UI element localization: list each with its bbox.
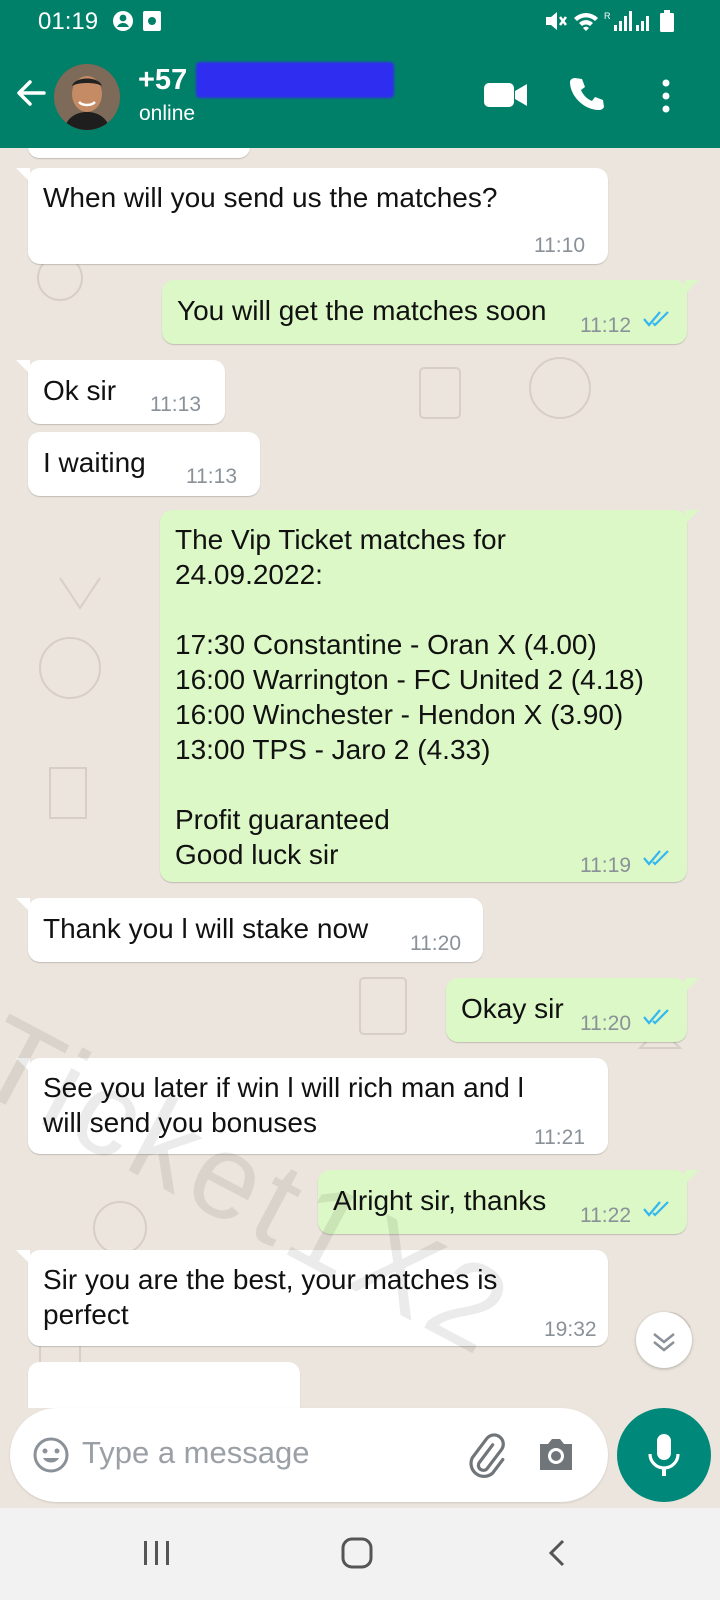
redaction-mark bbox=[196, 62, 394, 98]
home-icon[interactable] bbox=[340, 1536, 374, 1570]
read-receipt-icon bbox=[643, 1201, 669, 1217]
signal-icon-1: R bbox=[604, 11, 632, 31]
attachment-icon[interactable] bbox=[464, 1432, 506, 1478]
double-chevron-down-icon bbox=[653, 1333, 675, 1352]
message-bubble-partial[interactable] bbox=[28, 1362, 300, 1408]
svg-text:R: R bbox=[604, 11, 611, 21]
status-bar: 01:19 R bbox=[0, 0, 720, 44]
message-text: Thank you l will stake now bbox=[43, 913, 369, 944]
message-bubble-partial[interactable] bbox=[28, 148, 250, 158]
message-text: I waiting bbox=[43, 447, 146, 478]
message-time: 11:20 bbox=[410, 932, 461, 955]
message-text: When will you send us the matches? bbox=[43, 182, 498, 213]
message-time: 11:10 bbox=[534, 234, 585, 257]
message-outgoing-tip[interactable]: The Vip Ticket matches for 24.09.2022: 1… bbox=[160, 510, 699, 882]
message-time: 11:21 bbox=[534, 1126, 585, 1149]
message-time: 11:13 bbox=[150, 393, 201, 416]
message-time: 11:12 bbox=[580, 314, 631, 337]
message-time: 11:20 bbox=[580, 1012, 631, 1035]
message-text: Sir you are the best, your matches is pe… bbox=[43, 1264, 498, 1330]
scroll-to-bottom-button[interactable] bbox=[636, 1312, 692, 1368]
microphone-icon bbox=[648, 1434, 680, 1476]
message-time: 11:22 bbox=[580, 1204, 631, 1227]
wifi-icon bbox=[574, 13, 598, 31]
contact-name[interactable]: +57 bbox=[138, 64, 187, 97]
message-text: You will get the matches soon bbox=[177, 295, 547, 326]
read-receipt-icon bbox=[643, 311, 669, 327]
read-receipt-icon bbox=[643, 1009, 669, 1025]
read-receipt-icon bbox=[643, 850, 669, 866]
avatar[interactable] bbox=[54, 64, 120, 130]
mute-icon bbox=[546, 12, 567, 30]
message-incoming[interactable]: Sir you are the best, your matches is pe… bbox=[16, 1250, 608, 1346]
signal-icon-2 bbox=[636, 16, 649, 31]
more-options-icon[interactable] bbox=[660, 78, 672, 114]
video-call-icon[interactable] bbox=[484, 80, 528, 110]
message-time: 19:32 bbox=[544, 1318, 597, 1341]
message-text: The Vip Ticket matches for 24.09.2022: 1… bbox=[175, 524, 644, 870]
back-arrow-icon[interactable] bbox=[14, 76, 48, 110]
battery-icon bbox=[660, 10, 674, 32]
screenshot-icon bbox=[143, 11, 161, 31]
message-incoming[interactable]: Thank you l will stake now 11:20 bbox=[16, 898, 483, 962]
message-text: Ok sir bbox=[43, 375, 117, 406]
message-outgoing[interactable]: Alright sir, thanks 11:22 bbox=[318, 1170, 699, 1234]
voice-record-button[interactable] bbox=[617, 1408, 711, 1502]
back-nav-icon[interactable] bbox=[546, 1538, 568, 1568]
message-outgoing[interactable]: Okay sir 11:20 bbox=[446, 978, 699, 1042]
recents-icon[interactable] bbox=[142, 1538, 172, 1568]
chat-header: +57 online bbox=[0, 44, 720, 148]
message-text: See you later if win l will rich man and… bbox=[43, 1072, 524, 1138]
account-icon bbox=[113, 11, 133, 31]
emoji-icon[interactable] bbox=[32, 1436, 70, 1474]
message-text: Alright sir, thanks bbox=[333, 1185, 547, 1216]
presence-status: online bbox=[139, 102, 196, 125]
message-outgoing[interactable]: You will get the matches soon 11:12 bbox=[162, 280, 699, 344]
message-incoming[interactable]: See you later if win l will rich man and… bbox=[16, 1058, 608, 1154]
message-incoming[interactable]: Ok sir 11:13 bbox=[16, 360, 225, 424]
message-incoming[interactable]: I waiting 11:13 bbox=[28, 432, 260, 496]
voice-call-icon[interactable] bbox=[568, 76, 604, 112]
message-time: 11:19 bbox=[580, 854, 631, 877]
system-navigation-bar bbox=[0, 1508, 720, 1600]
message-incoming[interactable]: When will you send us the matches? 11:10 bbox=[16, 168, 608, 264]
chat-area[interactable]: When will you send us the matches? 11:10… bbox=[0, 148, 720, 1408]
message-text: Okay sir bbox=[461, 993, 564, 1024]
status-time: 01:19 bbox=[38, 8, 99, 35]
message-input[interactable]: Type a message bbox=[82, 1435, 309, 1471]
message-time: 11:13 bbox=[186, 465, 237, 488]
message-composer: Type a message bbox=[10, 1408, 608, 1502]
camera-icon[interactable] bbox=[536, 1436, 576, 1472]
